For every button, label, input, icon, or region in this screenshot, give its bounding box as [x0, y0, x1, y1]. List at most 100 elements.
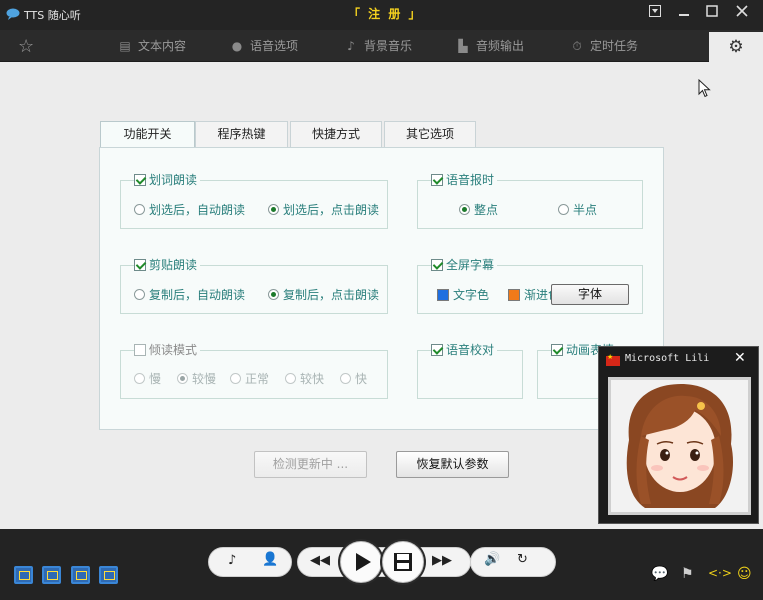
- tab-background-music[interactable]: ♪ 背景音乐: [344, 30, 412, 62]
- import-text-icon[interactable]: [14, 566, 33, 584]
- radio-on-the-hour[interactable]: 整点: [459, 203, 498, 217]
- radio-copy-click-read[interactable]: 复制后，点击朗读: [268, 288, 379, 302]
- rewind-icon[interactable]: ◀◀: [310, 553, 330, 568]
- gradient-color-swatch: [508, 289, 520, 301]
- radio-speed-slower[interactable]: 较慢: [177, 372, 216, 386]
- tab-label: 音频输出: [476, 39, 525, 53]
- window-icon[interactable]: [99, 566, 118, 584]
- radio-speed-faster[interactable]: 较快: [285, 372, 324, 386]
- text-color-label: 文字色: [453, 288, 490, 302]
- avatar-popup: Microsoft Lili ✕: [598, 346, 759, 524]
- radio-icon: [558, 204, 569, 215]
- tab-audio-output[interactable]: ▙ 音频输出: [456, 30, 524, 62]
- settings-tab-other-options[interactable]: 其它选项: [384, 121, 476, 148]
- voice-check-checkbox[interactable]: 语音校对: [431, 342, 498, 358]
- close-icon[interactable]: [731, 4, 753, 24]
- radio-speed-normal[interactable]: 正常: [230, 372, 269, 386]
- restore-defaults-button[interactable]: 恢复默认参数: [396, 451, 509, 478]
- voice-time-checkbox[interactable]: 语音报时: [431, 172, 498, 188]
- code-arrows-icon[interactable]: <·>: [708, 566, 732, 580]
- checkbox-icon: [551, 344, 563, 356]
- radio-half-hour[interactable]: 半点: [558, 203, 597, 217]
- cartoon-girl-avatar: [611, 380, 748, 512]
- radio-speed-slow[interactable]: 慢: [134, 372, 161, 386]
- app-logo-icon: [6, 8, 20, 20]
- checkbox-icon: [431, 259, 443, 271]
- menu-dropdown-icon[interactable]: [644, 4, 666, 24]
- clipboard-icon[interactable]: [42, 566, 61, 584]
- settings-tab-feature-switch[interactable]: 功能开关: [100, 121, 195, 149]
- sound-note-icon[interactable]: ♪: [228, 553, 236, 568]
- tab-scheduled-tasks[interactable]: ⏱ 定时任务: [570, 30, 638, 62]
- listen-mode-checkbox[interactable]: 倾读模式: [134, 342, 201, 358]
- mouse-cursor-icon: [698, 79, 711, 98]
- speaker-person-icon[interactable]: 👤: [262, 552, 278, 567]
- chat-bubble-icon[interactable]: 💬: [651, 566, 668, 582]
- popup-close-icon[interactable]: ✕: [734, 350, 746, 366]
- audio-file-icon: ▙: [458, 39, 468, 53]
- register-link[interactable]: 「 注 册 」: [348, 5, 423, 22]
- radio-icon: [134, 289, 145, 300]
- tab-settings[interactable]: ⚙: [709, 32, 763, 63]
- radio-label: 划选后，点击朗读: [283, 203, 380, 217]
- tab-text-content[interactable]: ▤ 文本内容: [118, 30, 186, 62]
- checkbox-icon: [431, 344, 443, 356]
- radio-icon: [134, 204, 145, 215]
- repeat-icon[interactable]: ↻: [517, 552, 528, 567]
- radio-icon: [340, 373, 351, 384]
- popup-title: Microsoft Lili: [625, 353, 710, 364]
- group-title: 语音校对: [446, 343, 495, 357]
- tab-label: 语音选项: [250, 39, 299, 53]
- radio-label: 较慢: [192, 372, 217, 386]
- music-note-icon: ♪: [347, 39, 355, 53]
- radio-icon: [268, 204, 279, 215]
- group-title: 语音报时: [446, 173, 495, 187]
- group-title: 剪贴朗读: [149, 258, 198, 272]
- radio-copy-auto-read[interactable]: 复制后，自动朗读: [134, 288, 245, 302]
- radio-label: 慢: [149, 372, 162, 386]
- font-button[interactable]: 字体: [551, 284, 629, 305]
- radio-speed-fast[interactable]: 快: [340, 372, 367, 386]
- radio-label: 正常: [245, 372, 270, 386]
- title-bar: TTS 随心听 「 注 册 」: [0, 0, 763, 30]
- settings-tab-label: 其它选项: [405, 127, 454, 141]
- group-voice-time: 语音报时: [417, 172, 643, 229]
- document-icon: ▤: [119, 39, 131, 53]
- play-icon: [356, 553, 371, 571]
- smiley-icon[interactable]: ☺: [737, 566, 752, 582]
- tab-voice-options[interactable]: ● 语音选项: [230, 30, 298, 62]
- play-button[interactable]: [340, 541, 382, 583]
- keyboard-icon[interactable]: [71, 566, 90, 584]
- radio-label: 较快: [300, 372, 325, 386]
- checkbox-icon: [134, 259, 146, 271]
- favorite-star-icon[interactable]: ☆: [18, 36, 34, 57]
- gear-icon: ⚙: [728, 37, 744, 57]
- timer-icon: ⏱: [572, 39, 582, 53]
- flag-icon[interactable]: ⚑: [681, 566, 694, 582]
- china-flag-icon: [606, 353, 620, 366]
- volume-icon[interactable]: 🔊: [484, 552, 500, 567]
- save-audio-button[interactable]: [382, 541, 424, 583]
- radio-select-auto-read[interactable]: 划选后，自动朗读: [134, 203, 245, 217]
- settings-tab-label: 程序热键: [217, 127, 266, 141]
- settings-tab-hotkeys[interactable]: 程序热键: [195, 121, 288, 148]
- minimize-icon[interactable]: [673, 4, 695, 24]
- tab-label: 背景音乐: [364, 39, 413, 53]
- clipboard-read-checkbox[interactable]: 剪贴朗读: [134, 257, 201, 273]
- checkbox-icon: [134, 344, 146, 356]
- group-title: 划词朗读: [149, 173, 198, 187]
- select-read-checkbox[interactable]: 划词朗读: [134, 172, 201, 188]
- restore-icon[interactable]: [701, 4, 723, 24]
- fullscreen-subtitle-checkbox[interactable]: 全屏字幕: [431, 257, 498, 273]
- fast-forward-icon[interactable]: ▶▶: [432, 553, 452, 568]
- radio-label: 半点: [573, 203, 598, 217]
- group-title: 全屏字幕: [446, 258, 495, 272]
- tab-label: 文本内容: [138, 39, 187, 53]
- volume-pill: [470, 547, 556, 577]
- check-update-button[interactable]: 检测更新中 ...: [254, 451, 367, 478]
- text-color-picker[interactable]: 文字色: [437, 288, 489, 302]
- radio-label: 整点: [474, 203, 499, 217]
- settings-tab-shortcuts[interactable]: 快捷方式: [290, 121, 382, 148]
- radio-select-click-read[interactable]: 划选后，点击朗读: [268, 203, 379, 217]
- radio-icon: [177, 373, 188, 384]
